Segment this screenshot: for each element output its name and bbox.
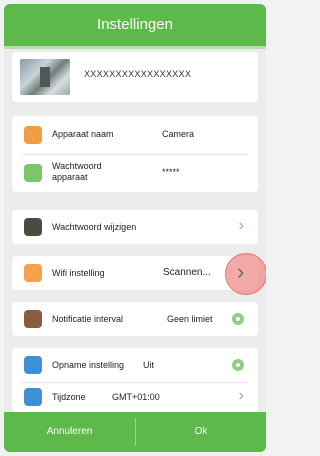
wifi-card[interactable]: Wifi instelling Scannen... [12,256,258,290]
notification-card[interactable]: Notificatie interval Geen limiet [12,302,258,336]
record-icon [24,356,42,374]
tap-highlight [225,253,266,295]
change-password-label: Wachtwoord wijzigen [52,222,137,232]
lock-icon [24,218,42,236]
notification-icon [24,310,42,328]
page-title: Instellingen [4,4,266,49]
wifi-label: Wifi instelling [52,268,105,278]
chevron-right-icon[interactable]: › [239,387,244,405]
timezone-value: GMT+01:00 [112,392,160,402]
timezone-icon [24,388,42,406]
notification-value: Geen limiet [167,314,213,324]
device-password-value[interactable]: ***** [162,167,180,177]
record-card: Opname instelling Uit Tijdzone GMT+01:00… [12,348,258,412]
device-info-card: Apparaat naam Camera Wachtwoord apparaat… [12,116,258,192]
gear-icon[interactable] [232,313,244,325]
timezone-label: Tijdzone [52,392,86,402]
gear-icon[interactable] [232,359,244,371]
wifi-status: Scannen... [163,267,211,278]
device-password-label: Wachtwoord apparaat [52,161,102,182]
timezone-row[interactable]: Tijdzone GMT+01:00 › [12,384,258,412]
device-name-icon [24,126,42,144]
device-name-row[interactable]: Apparaat naam Camera [12,116,258,154]
record-value: Uit [143,360,154,370]
record-label: Opname instelling [52,360,125,370]
divider [22,382,248,383]
wifi-chevron-icon[interactable]: › [237,259,244,285]
cancel-button[interactable]: Annuleren [4,412,135,452]
password-icon [24,164,42,182]
wifi-icon [24,264,42,282]
device-name-label: Apparaat naam [52,129,114,139]
bottom-action-bar: Annuleren Ok [4,412,266,452]
record-row[interactable]: Opname instelling Uit [12,348,258,382]
ok-button[interactable]: Ok [136,412,266,452]
device-name-value[interactable]: Camera [162,129,194,139]
device-password-row[interactable]: Wachtwoord apparaat ***** [12,154,258,192]
device-card[interactable]: XXXXXXXXXXXXXXXXX [12,52,258,102]
change-password-card[interactable]: Wachtwoord wijzigen › [12,210,258,244]
settings-screen: Instellingen XXXXXXXXXXXXXXXXX Apparaat … [4,4,266,452]
camera-thumbnail [20,59,70,95]
notification-label: Notificatie interval [52,314,124,324]
chevron-right-icon[interactable]: › [239,217,244,235]
device-id: XXXXXXXXXXXXXXXXX [84,69,192,79]
